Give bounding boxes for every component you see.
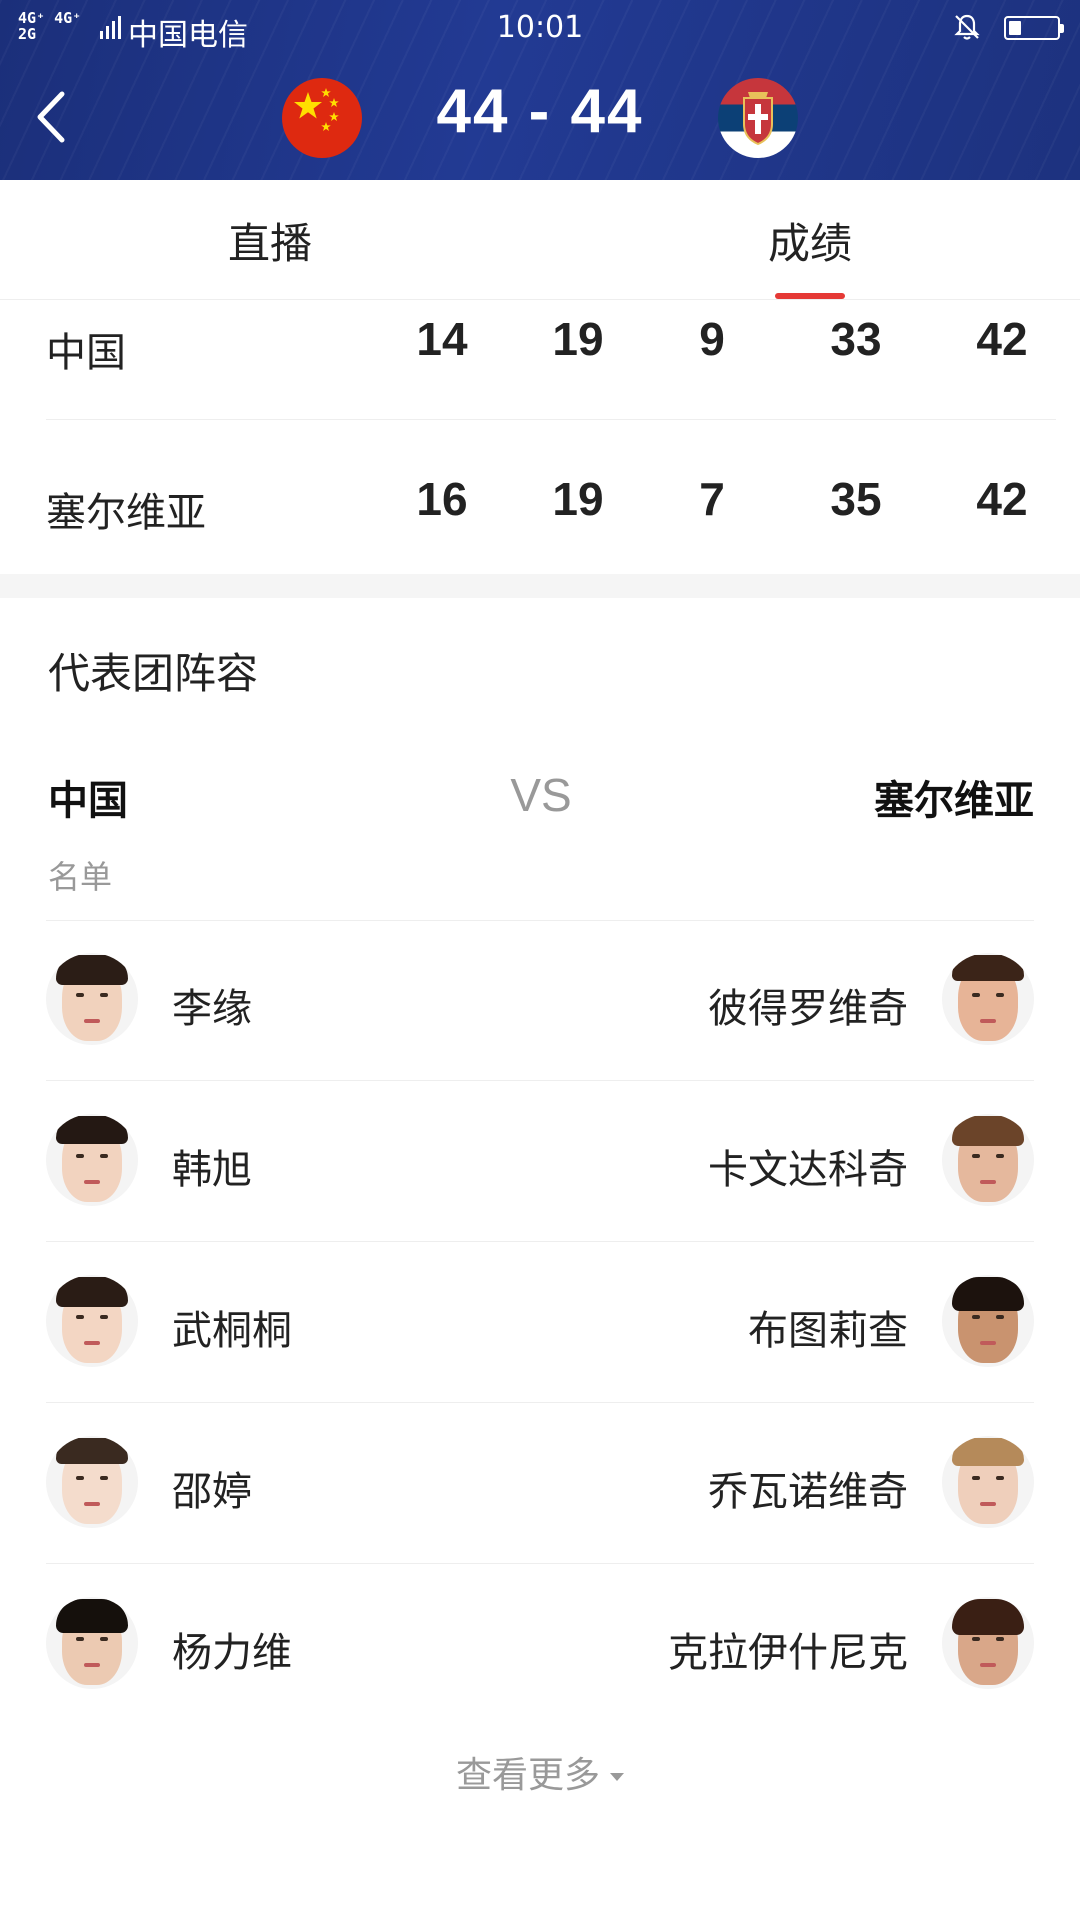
view-more-button[interactable]: 查看更多 [0, 1746, 1080, 1798]
battery-icon [1004, 16, 1064, 40]
home-player-name[interactable]: 邵婷 [172, 1459, 252, 1517]
away-player-avatar[interactable] [942, 1436, 1034, 1528]
score-cell: 7 [699, 473, 725, 525]
home-player-name[interactable]: 武桐桐 [172, 1298, 292, 1356]
score-cell: 16 [416, 473, 468, 525]
roster-label: 名单 [48, 858, 113, 896]
list-item: 韩旭 卡文达科奇 [46, 1081, 1034, 1242]
home-player-name[interactable]: 李缘 [172, 976, 252, 1034]
match-score: 44 - 44 [436, 77, 644, 146]
home-player-avatar[interactable] [46, 1114, 138, 1206]
table-row: 中国 14 19 9 33 42 [46, 260, 1056, 420]
away-player-avatar[interactable] [942, 1597, 1034, 1689]
status-bar: 4G⁺ 4G⁺ 2G 中国电信 10:01 [0, 0, 1080, 58]
away-player-name[interactable]: 克拉伊什尼克 [668, 1620, 908, 1678]
clock: 10:01 [496, 10, 584, 45]
away-player-avatar[interactable] [942, 1114, 1034, 1206]
away-player-name[interactable]: 彼得罗维奇 [708, 976, 908, 1034]
score-cell: 33 [830, 313, 882, 365]
section-divider [0, 574, 1080, 598]
away-team-label: 塞尔维亚 [874, 778, 1034, 824]
score-table: 中国 14 19 9 33 42 塞尔维亚 16 19 7 35 42 [0, 300, 1080, 574]
home-player-name[interactable]: 杨力维 [172, 1620, 292, 1678]
view-more-label: 查看更多 [455, 1755, 600, 1796]
team-name-away: 塞尔维亚 [46, 490, 206, 536]
away-player-name[interactable]: 布图莉查 [748, 1298, 908, 1356]
score-cell: 19 [552, 473, 604, 525]
caret-down-icon [610, 1773, 624, 1781]
home-player-avatar[interactable] [46, 1597, 138, 1689]
home-player-avatar[interactable] [46, 1275, 138, 1367]
list-item: 武桐桐 布图莉查 [46, 1242, 1034, 1403]
home-player-avatar[interactable] [46, 953, 138, 1045]
away-player-avatar[interactable] [942, 1275, 1034, 1367]
lineup-vs-header: 中国 VS 塞尔维亚 [48, 762, 1034, 824]
score-cell: 9 [699, 313, 725, 365]
list-item: 杨力维 克拉伊什尼克 [46, 1564, 1034, 1725]
match-header: 4G⁺ 4G⁺ 2G 中国电信 10:01 44 - 44 [0, 0, 1080, 180]
team-name-home: 中国 [46, 330, 126, 376]
score-cell: 42 [976, 473, 1028, 525]
away-player-avatar[interactable] [942, 953, 1034, 1045]
table-row: 塞尔维亚 16 19 7 35 42 [46, 420, 1056, 580]
score-cell: 35 [830, 473, 882, 525]
list-item: 李缘 彼得罗维奇 [46, 920, 1034, 1081]
away-player-name[interactable]: 卡文达科奇 [708, 1137, 908, 1195]
score-cell: 42 [976, 313, 1028, 365]
away-player-name[interactable]: 乔瓦诺维奇 [708, 1459, 908, 1517]
home-player-avatar[interactable] [46, 1436, 138, 1528]
lineup-title: 代表团阵容 [48, 649, 259, 698]
list-item: 邵婷 乔瓦诺维奇 [46, 1403, 1034, 1564]
serbia-flag-icon [718, 78, 798, 158]
score-cell: 19 [552, 313, 604, 365]
score-cell: 14 [416, 313, 468, 365]
muted-bell-icon [954, 14, 980, 40]
home-player-name[interactable]: 韩旭 [172, 1137, 252, 1195]
roster-list: 李缘 彼得罗维奇 韩旭 卡文达科奇 武桐桐 布图莉查 邵婷 乔瓦诺维奇 杨力维 … [46, 920, 1034, 1725]
